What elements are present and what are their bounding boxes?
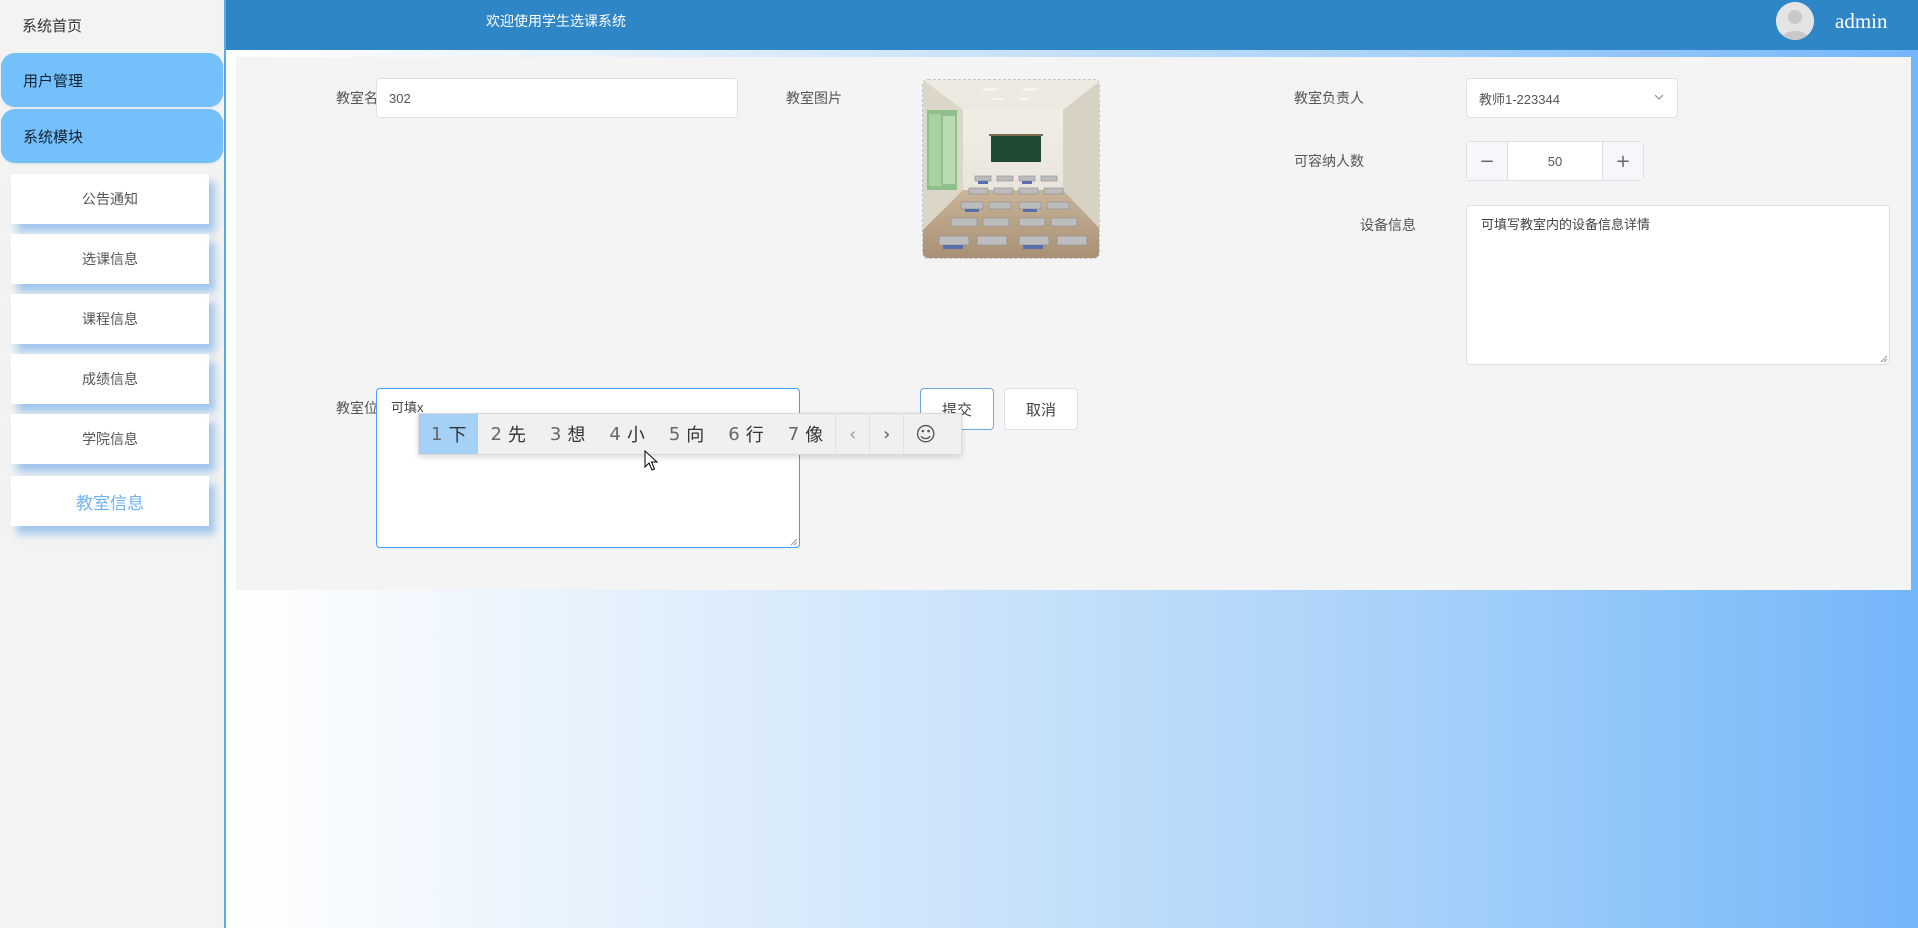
ime-candidate[interactable]: 5向 [657, 414, 716, 454]
welcome-text: 欢迎使用学生选课系统 [486, 14, 626, 30]
ime-emoji-icon[interactable]: ☺ [903, 414, 947, 454]
sidebar: 系统首页 用户管理 系统模块 公告通知 选课信息 课程信息 成绩信息 学院信息 … [0, 0, 226, 928]
classroom-image-upload[interactable] [922, 79, 1100, 259]
sidebar-item-grades[interactable]: 成绩信息 [11, 354, 209, 404]
ime-candidate[interactable]: 6行 [716, 414, 775, 454]
sidebar-item-home[interactable]: 系统首页 [0, 0, 224, 50]
chevron-down-icon [1653, 91, 1665, 106]
classroom-name-input[interactable]: 302 [376, 78, 738, 118]
owner-select[interactable]: 教师1-223344 [1466, 78, 1678, 118]
ime-candidate[interactable]: 2先 [478, 414, 537, 454]
capacity-increase-button[interactable]: + [1603, 142, 1643, 180]
sidebar-item-classrooms[interactable]: 教室信息 [11, 476, 209, 526]
sidebar-group-user-management[interactable]: 用户管理 [1, 53, 223, 107]
image-label: 教室图片 [786, 91, 842, 107]
ime-candidate[interactable]: 3想 [538, 414, 597, 454]
ime-candidate[interactable]: 4小 [597, 414, 656, 454]
location-textarea[interactable]: 可填x [376, 388, 800, 548]
capacity-decrease-button[interactable]: − [1467, 142, 1507, 180]
classroom-photo [923, 80, 1099, 258]
capacity-stepper[interactable]: − 50 + [1466, 141, 1644, 181]
top-header: 欢迎使用学生选课系统 admin [226, 0, 1918, 50]
classroom-name-value: 302 [389, 90, 411, 106]
ime-next-page-icon[interactable]: › [869, 414, 903, 454]
sidebar-group-system-modules[interactable]: 系统模块 [1, 109, 223, 163]
capacity-label: 可容纳人数 [1294, 154, 1364, 170]
equipment-text: 可填写教室内的设备信息详情 [1481, 217, 1651, 232]
mouse-cursor-icon [644, 450, 658, 471]
owner-select-value: 教师1-223344 [1479, 91, 1560, 107]
ime-prev-page-icon[interactable]: ‹ [835, 414, 869, 454]
capacity-value[interactable]: 50 [1507, 142, 1603, 180]
owner-label: 教室负责人 [1294, 91, 1364, 107]
resize-handle-icon[interactable] [790, 538, 798, 546]
classroom-form: 教室名称 302 教室图片 教室负责人 教师1-223344 可容纳人数 − 5… [236, 57, 1911, 590]
sidebar-item-courses[interactable]: 课程信息 [11, 294, 209, 344]
username-label[interactable]: admin [1835, 0, 1888, 42]
cancel-button[interactable]: 取消 [1004, 388, 1078, 430]
sidebar-item-colleges[interactable]: 学院信息 [11, 414, 209, 464]
user-avatar-icon[interactable] [1776, 2, 1814, 40]
ime-candidate[interactable]: 1下 [419, 414, 479, 454]
ime-candidate-bar: 1下 2先 3想 4小 5向 6行 7像 ‹ › ☺ [418, 413, 962, 455]
main-area: 教室名称 302 教室图片 教室负责人 教师1-223344 可容纳人数 − 5… [228, 50, 1918, 928]
sidebar-item-course-selection[interactable]: 选课信息 [11, 234, 209, 284]
ime-candidate[interactable]: 7像 [776, 414, 835, 454]
resize-handle-icon[interactable] [1880, 355, 1888, 363]
sidebar-item-announcements[interactable]: 公告通知 [11, 174, 209, 224]
equipment-label: 设备信息 [1360, 218, 1416, 234]
equipment-textarea[interactable]: 可填写教室内的设备信息详情 [1466, 205, 1890, 365]
